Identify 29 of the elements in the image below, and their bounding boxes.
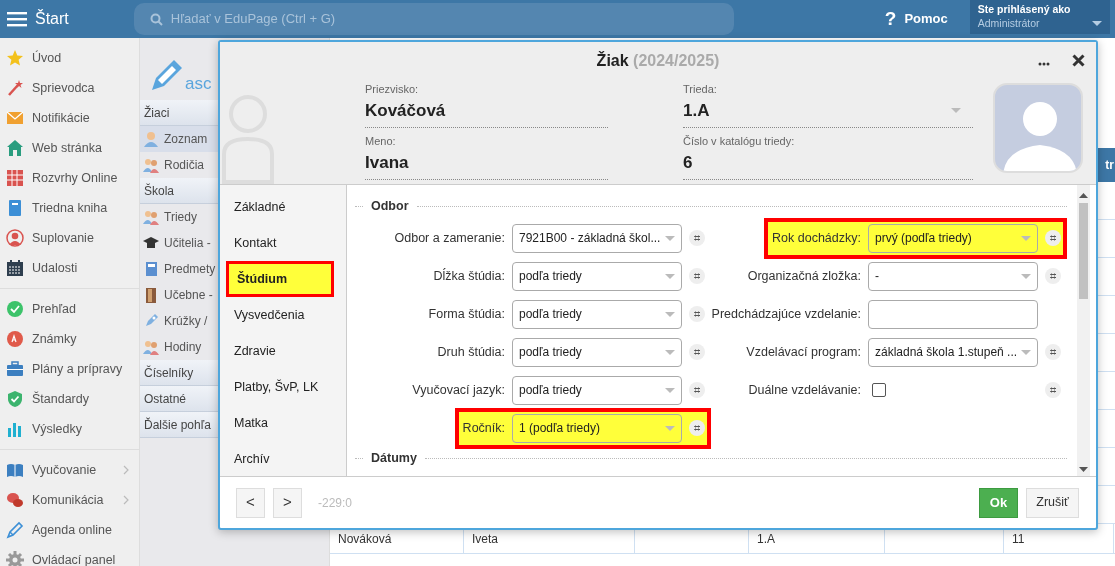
- table-cell-text: Iveta: [472, 530, 498, 548]
- field-label: Číslo v katalógu triedy:: [683, 134, 796, 149]
- field-label: Odbor a zameranie:: [394, 229, 505, 247]
- field-label: Dĺžka štúdia:: [433, 267, 505, 285]
- field-value: 1.A: [683, 99, 710, 122]
- field-label: Vzdelávací program:: [746, 343, 861, 361]
- field-label: Trieda:: [683, 82, 718, 97]
- table-cell-text: Nováková: [338, 530, 392, 548]
- field-label: Predchádzajúce vzdelanie:: [711, 305, 861, 323]
- table-cell-text: 1.A: [757, 530, 775, 548]
- section-title: Dátumy: [371, 449, 417, 467]
- field-label: Ročník:: [462, 419, 505, 437]
- record-position: -229:0: [318, 494, 353, 512]
- field-value: Kováčová: [365, 99, 446, 122]
- section-title: Odbor: [371, 197, 409, 215]
- field-label: Forma štúdia:: [428, 305, 505, 323]
- table-cell-text: 11: [1012, 530, 1025, 548]
- field-value: 6: [683, 151, 693, 174]
- field-label: Rok dochádzky:: [772, 229, 861, 247]
- dialog-title: Žiak (2024/2025): [596, 50, 720, 71]
- logo-text: asc: [185, 75, 212, 92]
- field-label: Meno:: [365, 134, 397, 149]
- field-label: Organizačná zložka:: [747, 267, 861, 285]
- field-label: Vyučovací jazyk:: [412, 381, 505, 399]
- column-header: tr: [1105, 157, 1114, 174]
- field-value: Ivana: [365, 151, 409, 174]
- field-label: Priezvisko:: [365, 82, 420, 97]
- field-label: Duálne vzdelávanie:: [748, 381, 861, 399]
- field-label: Druh štúdia:: [437, 343, 505, 361]
